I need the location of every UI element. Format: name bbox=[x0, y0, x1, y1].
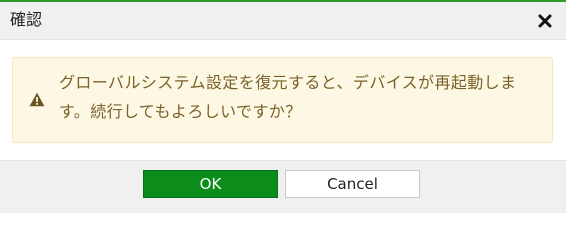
cancel-button[interactable]: Cancel bbox=[285, 170, 420, 198]
close-icon[interactable] bbox=[538, 14, 552, 28]
dialog-body: グローバルシステム設定を復元すると、デバイスが再起動します。続行してもよろしいで… bbox=[0, 40, 566, 160]
dialog-titlebar: 確認 bbox=[0, 2, 566, 40]
dialog-footer: OK Cancel bbox=[0, 160, 566, 213]
confirm-dialog: 確認 グローバルシステム設定を復元すると、デバイスが再起動します。続行してもよろ… bbox=[0, 0, 566, 213]
dialog-title: 確認 bbox=[10, 10, 43, 29]
warning-message: グローバルシステム設定を復元すると、デバイスが再起動します。続行してもよろしいで… bbox=[59, 73, 517, 121]
warning-alert: グローバルシステム設定を復元すると、デバイスが再起動します。続行してもよろしいで… bbox=[12, 57, 553, 143]
warning-triangle-icon bbox=[29, 92, 45, 107]
ok-button[interactable]: OK bbox=[143, 170, 278, 198]
